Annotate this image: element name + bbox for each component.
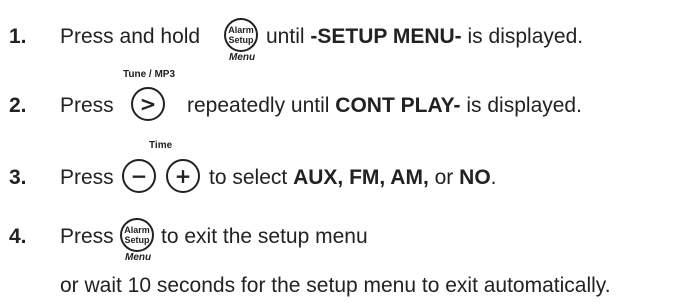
- tune-mp3-label: Tune / MP3: [123, 69, 176, 80]
- step-2-pre-text: Press: [60, 94, 114, 117]
- step-4-post-text: to exit the setup menu: [161, 225, 368, 248]
- step-number: 2.: [9, 94, 27, 117]
- setup-label: Setup: [124, 235, 150, 245]
- menu-label: Menu: [125, 252, 152, 263]
- alarm-setup-button-icon: Alarm Setup: [120, 218, 154, 252]
- next-button-icon: >: [131, 87, 165, 121]
- setup-label: Setup: [228, 35, 254, 45]
- step-4-continuation: or wait 10 seconds for the setup menu to…: [60, 274, 611, 297]
- step-4-pre-text: Press: [60, 225, 114, 248]
- step-number: 3.: [9, 166, 27, 189]
- step-number: 1.: [9, 25, 27, 48]
- alarm-label: Alarm: [228, 25, 254, 35]
- minus-button-icon: −: [122, 159, 156, 193]
- step-3-post-text: to select AUX, FM, AM, or NO.: [209, 166, 497, 189]
- plus-symbol: +: [174, 164, 192, 188]
- step-1-pre-text: Press and hold: [60, 25, 201, 48]
- minus-symbol: −: [130, 164, 148, 188]
- step-2-post-text: repeatedly until CONT PLAY- is displayed…: [187, 94, 582, 117]
- time-label: Time: [149, 140, 173, 151]
- next-symbol: >: [139, 92, 157, 116]
- alarm-label: Alarm: [124, 225, 150, 235]
- step-number: 4.: [9, 225, 27, 248]
- menu-label: Menu: [229, 52, 256, 63]
- step-3-pre-text: Press: [60, 166, 114, 189]
- alarm-setup-button-icon: Alarm Setup: [224, 18, 258, 52]
- plus-button-icon: +: [166, 159, 200, 193]
- step-1-post-text: until -SETUP MENU- is displayed.: [266, 25, 584, 48]
